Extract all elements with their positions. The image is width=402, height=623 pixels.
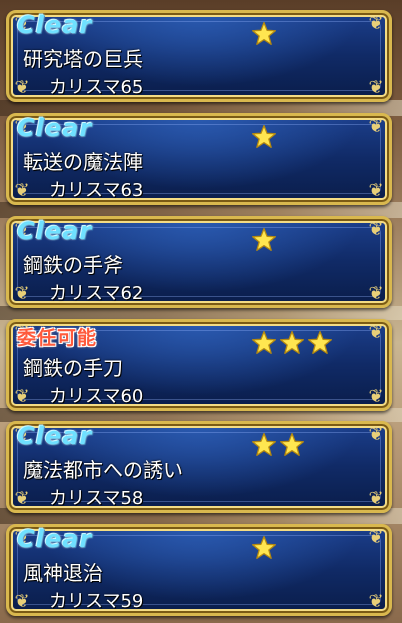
difficulty-stars bbox=[251, 21, 277, 47]
difficulty-stars bbox=[251, 227, 277, 253]
ornate-corner-icon: ❦ bbox=[14, 180, 30, 201]
charisma-requirement: カリスマ58 bbox=[49, 488, 144, 509]
star-icon bbox=[279, 432, 305, 456]
ornate-corner-icon: ❦ bbox=[14, 283, 30, 304]
difficulty-stars bbox=[251, 535, 277, 561]
mission-title: 研究塔の巨兵 bbox=[23, 47, 143, 71]
mission-title: 転送の魔法陣 bbox=[23, 150, 143, 174]
difficulty-stars bbox=[251, 330, 333, 356]
ornate-corner-icon: ❦ bbox=[368, 527, 384, 548]
star-icon bbox=[251, 124, 277, 148]
ornate-corner-icon: ❦ bbox=[368, 219, 384, 240]
clear-badge: Clear bbox=[17, 525, 93, 553]
difficulty-stars bbox=[251, 124, 277, 150]
star-icon bbox=[251, 227, 277, 251]
difficulty-stars bbox=[251, 432, 305, 458]
clear-badge: Clear bbox=[17, 11, 93, 39]
mission-card[interactable]: ❦ ❦ ❦ ❦ Clear 風神退治 カリスマ59 bbox=[6, 524, 392, 616]
ornate-corner-icon: ❦ bbox=[368, 283, 384, 304]
charisma-requirement: カリスマ60 bbox=[49, 386, 144, 407]
charisma-requirement: カリスマ62 bbox=[49, 283, 144, 304]
ornate-corner-icon: ❦ bbox=[14, 386, 30, 407]
mission-title: 魔法都市への誘い bbox=[23, 458, 183, 482]
mission-card[interactable]: ❦ ❦ ❦ ❦ Clear 転送の魔法陣 カリスマ63 bbox=[6, 113, 392, 205]
clear-badge: Clear bbox=[17, 217, 93, 245]
mission-title: 鋼鉄の手刀 bbox=[23, 356, 123, 380]
mission-title: 風神退治 bbox=[23, 561, 103, 585]
ornate-corner-icon: ❦ bbox=[14, 488, 30, 509]
charisma-requirement: カリスマ65 bbox=[49, 77, 144, 98]
ornate-corner-icon: ❦ bbox=[368, 322, 384, 343]
star-icon bbox=[251, 330, 277, 354]
mission-card[interactable]: ❦ ❦ ❦ ❦ Clear 研究塔の巨兵 カリスマ65 bbox=[6, 10, 392, 102]
mission-card[interactable]: ❦ ❦ ❦ ❦ 委任可能 鋼鉄の手刀 カリスマ60 bbox=[6, 319, 392, 411]
star-icon bbox=[251, 535, 277, 559]
mission-list: ❦ ❦ ❦ ❦ Clear 研究塔の巨兵 カリスマ65 ❦ ❦ ❦ ❦ Clea… bbox=[0, 0, 402, 623]
charisma-requirement: カリスマ59 bbox=[49, 591, 144, 612]
delegate-badge: 委任可能 bbox=[17, 327, 98, 349]
ornate-corner-icon: ❦ bbox=[14, 591, 30, 612]
ornate-corner-icon: ❦ bbox=[368, 116, 384, 137]
star-icon bbox=[279, 330, 305, 354]
ornate-corner-icon: ❦ bbox=[368, 77, 384, 98]
charisma-requirement: カリスマ63 bbox=[49, 180, 144, 201]
ornate-corner-icon: ❦ bbox=[368, 591, 384, 612]
ornate-corner-icon: ❦ bbox=[368, 424, 384, 445]
ornate-corner-icon: ❦ bbox=[368, 488, 384, 509]
star-icon bbox=[307, 330, 333, 354]
ornate-corner-icon: ❦ bbox=[368, 13, 384, 34]
mission-card[interactable]: ❦ ❦ ❦ ❦ Clear 魔法都市への誘い カリスマ58 bbox=[6, 421, 392, 513]
mission-card[interactable]: ❦ ❦ ❦ ❦ Clear 鋼鉄の手斧 カリスマ62 bbox=[6, 216, 392, 308]
ornate-corner-icon: ❦ bbox=[14, 77, 30, 98]
mission-title: 鋼鉄の手斧 bbox=[23, 253, 123, 277]
ornate-corner-icon: ❦ bbox=[368, 180, 384, 201]
ornate-corner-icon: ❦ bbox=[368, 386, 384, 407]
star-icon bbox=[251, 21, 277, 45]
clear-badge: Clear bbox=[17, 114, 93, 142]
clear-badge: Clear bbox=[17, 422, 93, 450]
star-icon bbox=[251, 432, 277, 456]
